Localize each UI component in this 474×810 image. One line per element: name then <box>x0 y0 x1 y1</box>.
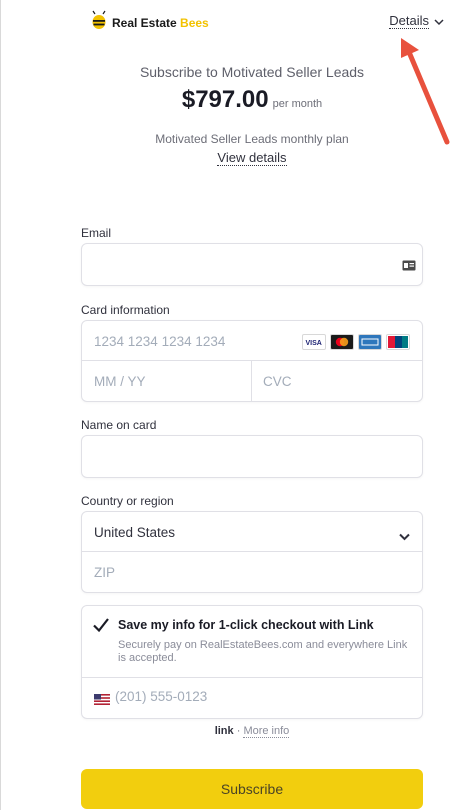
price-row: $797.00 per month <box>0 86 474 114</box>
name-on-card-label: Name on card <box>81 418 157 432</box>
link-save-group: Save my info for 1-click checkout with L… <box>81 605 423 719</box>
link-divider <box>82 677 422 678</box>
brand-name-part1: Real Estate <box>112 15 177 30</box>
name-on-card-field[interactable] <box>81 435 423 478</box>
chevron-down-icon[interactable] <box>399 528 410 546</box>
card-info-group: 1234 1234 1234 1234 VISA MM / YY CVC <box>81 320 423 402</box>
price-amount: $797.00 <box>181 86 269 113</box>
brand-name: Real Estate Bees <box>112 16 209 30</box>
view-details-link[interactable]: View details <box>217 150 287 166</box>
save-info-checkbox-label[interactable]: Save my info for 1-click checkout with L… <box>118 618 374 632</box>
top-bar: Real Estate Bees Details <box>90 10 444 34</box>
more-info-link[interactable]: More info <box>243 725 290 738</box>
country-group: United States ZIP <box>81 511 423 593</box>
save-info-description: Securely pay on RealEstateBees.com and e… <box>118 639 408 664</box>
email-label: Email <box>81 226 112 240</box>
mastercard-icon <box>330 334 354 350</box>
email-field[interactable] <box>81 243 423 286</box>
country-label: Country or region <box>81 494 174 508</box>
contact-card-icon <box>402 258 416 276</box>
details-toggle-button[interactable]: Details <box>389 14 444 29</box>
card-divider-vertical <box>251 361 252 401</box>
details-label: Details <box>389 13 429 29</box>
link-footer: link · More info <box>0 725 474 738</box>
country-select[interactable]: United States <box>94 525 175 540</box>
order-summary: Subscribe to Motivated Seller Leads $797… <box>0 64 474 167</box>
unionpay-icon <box>386 334 410 350</box>
chevron-down-icon <box>434 14 444 29</box>
checkmark-icon[interactable] <box>92 616 110 639</box>
card-brands: VISA <box>302 334 410 350</box>
brand-name-part2: Bees <box>180 15 209 30</box>
expiry-input[interactable]: MM / YY <box>94 374 146 389</box>
cvc-input[interactable]: CVC <box>263 374 292 389</box>
phone-input[interactable]: (201) 555-0123 <box>115 689 207 704</box>
plan-name: Motivated Seller Leads monthly plan <box>155 132 349 146</box>
summary-subtitle: Subscribe to Motivated Seller Leads <box>139 64 365 80</box>
brand-logo[interactable]: Real Estate Bees <box>90 10 209 35</box>
us-flag-icon[interactable] <box>94 692 110 710</box>
card-divider <box>82 360 422 361</box>
visa-icon: VISA <box>302 334 326 350</box>
link-logo: link <box>214 725 234 737</box>
price-period: per month <box>272 98 323 110</box>
amex-icon <box>358 334 382 350</box>
subscribe-button[interactable]: Subscribe <box>81 769 423 809</box>
zip-input[interactable]: ZIP <box>94 565 115 580</box>
card-number-input[interactable]: 1234 1234 1234 1234 <box>94 334 225 349</box>
link-footer-separator: · <box>236 725 241 737</box>
svg-text:VISA: VISA <box>306 340 322 347</box>
card-info-label: Card information <box>81 303 170 317</box>
bee-icon <box>90 10 108 35</box>
country-divider <box>82 551 422 552</box>
